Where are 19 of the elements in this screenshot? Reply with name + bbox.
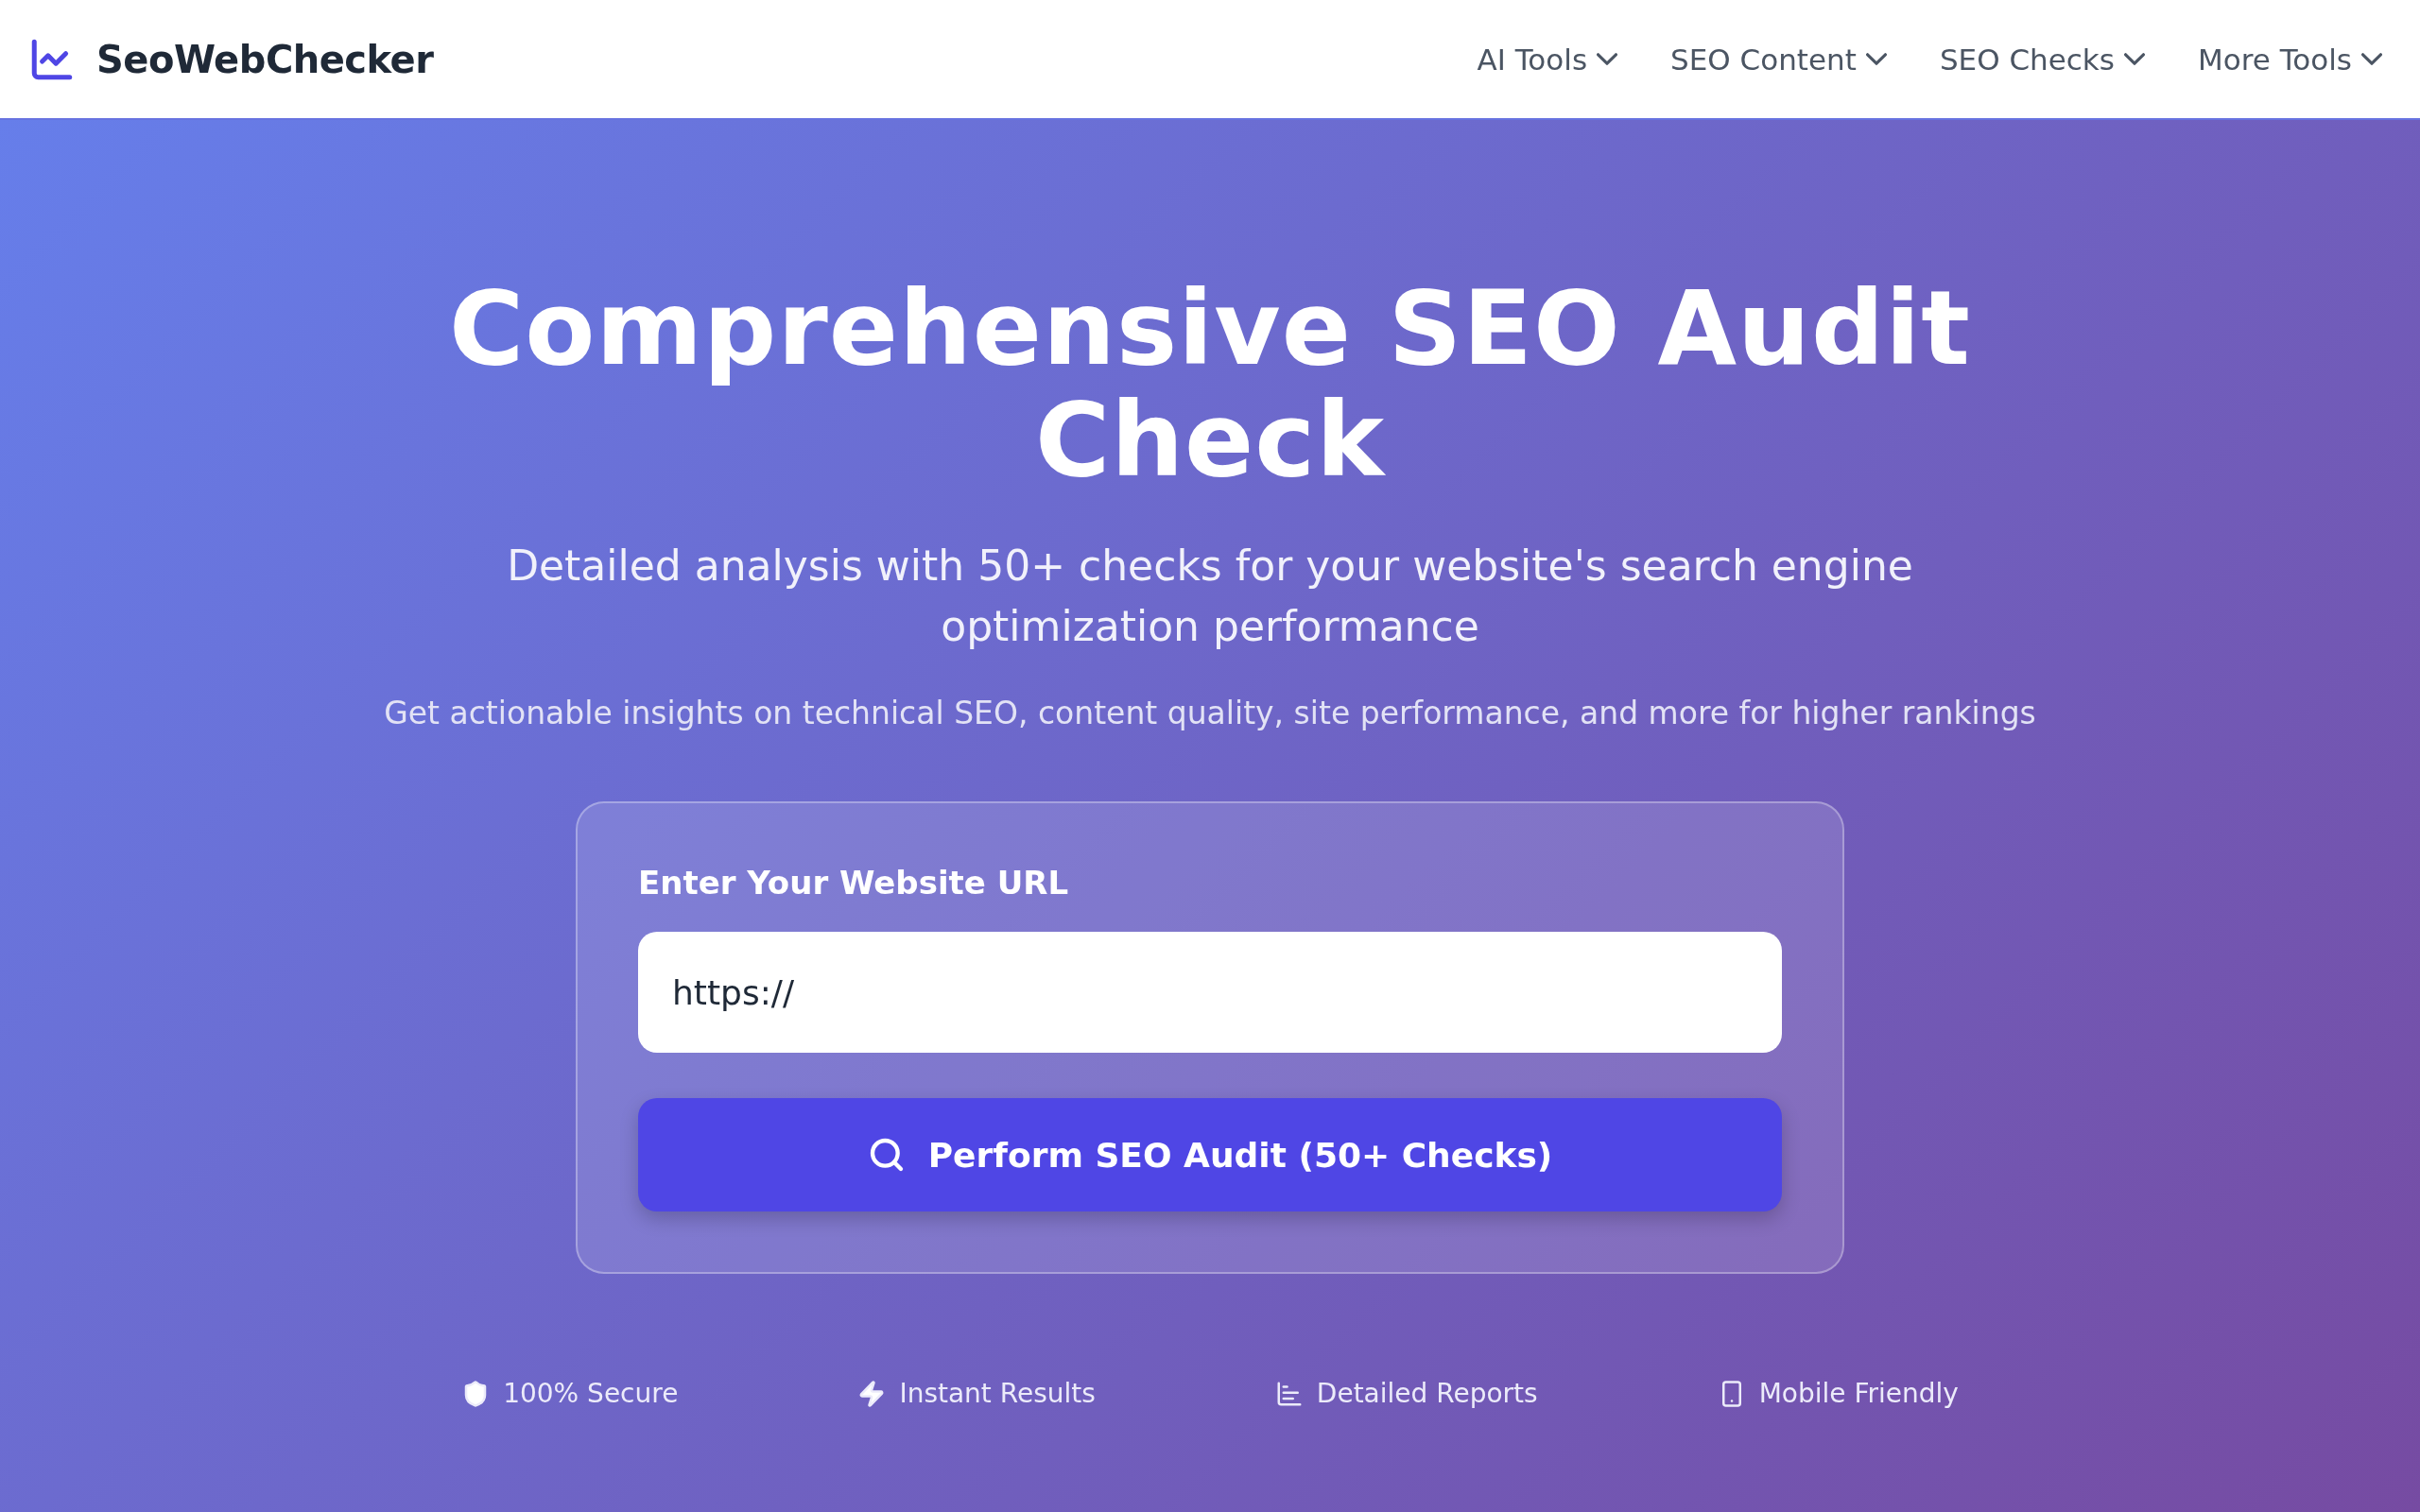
feature-label: Instant Results xyxy=(899,1378,1096,1409)
feature-label: 100% Secure xyxy=(503,1378,679,1409)
chevron-down-icon xyxy=(2123,53,2145,65)
hero-subtitle: Detailed analysis with 50+ checks for your website's search engine optimization performance xyxy=(506,541,1914,652)
field-label: Enter Your Website URL xyxy=(638,864,1070,902)
nav-menu[interactable]: SEO Checks xyxy=(1939,42,2145,77)
audit-button[interactable]: Perform SEO Audit (50+ Checks) xyxy=(638,1098,1782,1211)
feature-label: Mobile Friendly xyxy=(1758,1378,1959,1409)
logo[interactable]: SeoWebChecker xyxy=(96,37,434,81)
hero-title: Comprehensive SEO Audit Check xyxy=(448,273,1972,496)
chevron-down-icon xyxy=(1597,53,1618,65)
feature-label: Detailed Reports xyxy=(1316,1378,1538,1409)
nav-menu[interactable]: SEO Content xyxy=(1670,42,1887,77)
url-field[interactable]: https:// xyxy=(638,932,1782,1053)
chevron-down-icon xyxy=(1865,53,1887,65)
chevron-down-icon xyxy=(2361,53,2382,65)
nav-menu[interactable]: AI Tools xyxy=(1477,42,1618,77)
nav-menu[interactable]: More Tools xyxy=(2197,42,2382,77)
hero-description: Get actionable insights on technical SEO, content quality, site performance, and more for higher rankings xyxy=(384,695,2036,731)
